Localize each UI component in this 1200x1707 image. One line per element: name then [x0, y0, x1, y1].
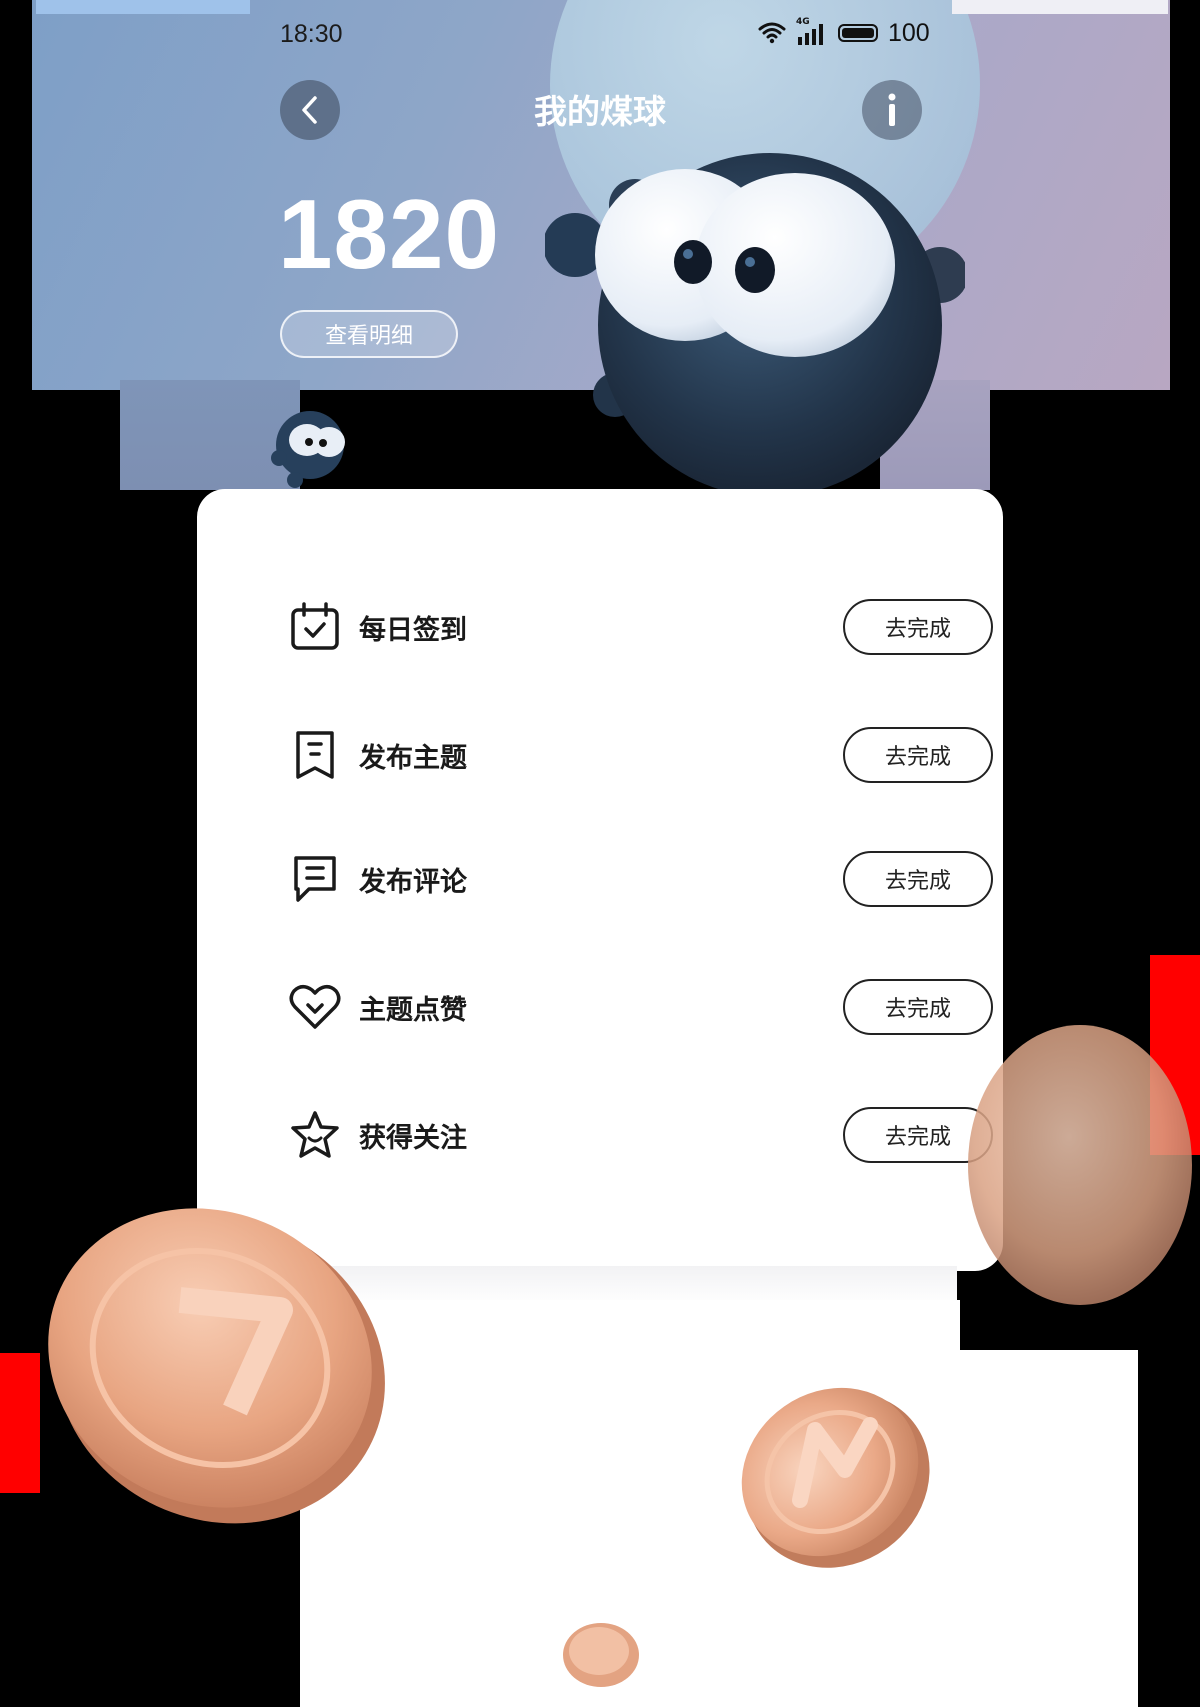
task-complete-button[interactable]: 去完成 [843, 599, 993, 655]
coin-large-illustration [48, 1208, 385, 1524]
heart-icon [287, 979, 343, 1035]
task-row: 主题点赞 去完成 [287, 977, 993, 1037]
task-label: 获得关注 [359, 1122, 467, 1154]
task-complete-button[interactable]: 去完成 [843, 727, 993, 783]
task-row: 获得关注 去完成 [287, 1105, 993, 1165]
task-row: 发布主题 去完成 [287, 725, 993, 785]
status-icons: 4G 100 [758, 17, 930, 48]
top-strip-right [952, 0, 1168, 14]
task-complete-button[interactable]: 去完成 [843, 851, 993, 907]
task-row: 发布评论 去完成 [287, 849, 993, 909]
mascot-illustration [545, 153, 965, 497]
wifi-icon [758, 22, 786, 44]
coin-medium-illustration [741, 1387, 930, 1568]
view-details-button[interactable]: 查看明细 [280, 310, 458, 358]
signal-icon: 4G [796, 17, 828, 46]
task-label: 每日签到 [359, 614, 467, 646]
battery-level: 100 [888, 18, 930, 47]
screen: 18:30 4G 100 我的煤球 1820 查看明细 每日签到 去完成 发布主… [0, 0, 1200, 1707]
comment-icon [287, 851, 343, 907]
task-label: 发布评论 [359, 866, 467, 898]
mascot-small-illustration [271, 411, 345, 488]
status-time: 18:30 [280, 20, 343, 48]
coin-small-illustration [563, 1623, 639, 1687]
task-label: 发布主题 [359, 742, 467, 774]
star-icon [287, 1107, 343, 1163]
task-label: 主题点赞 [359, 994, 467, 1026]
calendar-check-icon [287, 599, 343, 655]
balance-value: 1820 [278, 179, 501, 289]
battery-icon [838, 24, 878, 42]
bookmark-note-icon [287, 727, 343, 783]
top-strip-left [36, 0, 250, 14]
coin-blurred-illustration [968, 1025, 1192, 1305]
task-row: 每日签到 去完成 [287, 597, 993, 657]
task-card: 每日签到 去完成 发布主题 去完成 发布评论 去完成 主题点赞 去完成 获得关注… [197, 489, 1003, 1271]
lower-white-panel-right [958, 1350, 1138, 1707]
